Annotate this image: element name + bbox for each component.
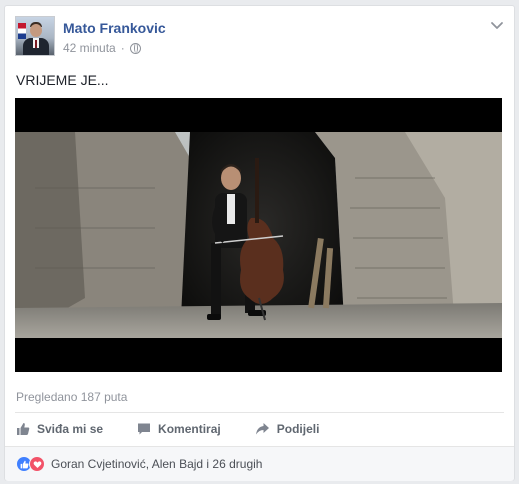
- share-label: Podijeli: [276, 422, 320, 436]
- reactions-bar: Goran Cvjetinović, Alen Bajd i 26 drugih: [5, 446, 514, 481]
- chevron-down-icon[interactable]: [490, 18, 504, 32]
- author-name[interactable]: Mato Frankovic: [63, 20, 166, 36]
- post-text: VRIJEME JE...: [16, 72, 109, 88]
- post-meta: 42 minuta ·: [63, 41, 141, 55]
- flag-graphic: [18, 23, 26, 39]
- like-button[interactable]: Sviđa mi se: [16, 422, 103, 436]
- action-bar: Sviđa mi se Komentiraj Podijeli: [15, 413, 504, 445]
- share-button[interactable]: Podijeli: [255, 422, 320, 436]
- globe-icon[interactable]: [129, 42, 141, 54]
- comment-label: Komentiraj: [158, 422, 221, 436]
- share-icon: [255, 423, 269, 435]
- like-label: Sviđa mi se: [37, 422, 104, 436]
- view-count: Pregledano 187 puta: [16, 390, 128, 404]
- video-player[interactable]: [15, 98, 502, 372]
- meta-separator: ·: [120, 41, 125, 55]
- post-card: Mato Frankovic 42 minuta · VRIJEME JE...: [4, 5, 515, 481]
- comment-button[interactable]: Komentiraj: [137, 422, 221, 436]
- post-timestamp[interactable]: 42 minuta: [63, 41, 116, 55]
- love-reaction-icon[interactable]: [29, 456, 45, 472]
- video-frame: [15, 98, 502, 372]
- thumbs-up-icon: [17, 423, 30, 435]
- author-avatar[interactable]: [15, 16, 55, 56]
- reactions-summary[interactable]: Goran Cvjetinović, Alen Bajd i 26 drugih: [51, 457, 262, 471]
- comment-icon: [138, 423, 151, 435]
